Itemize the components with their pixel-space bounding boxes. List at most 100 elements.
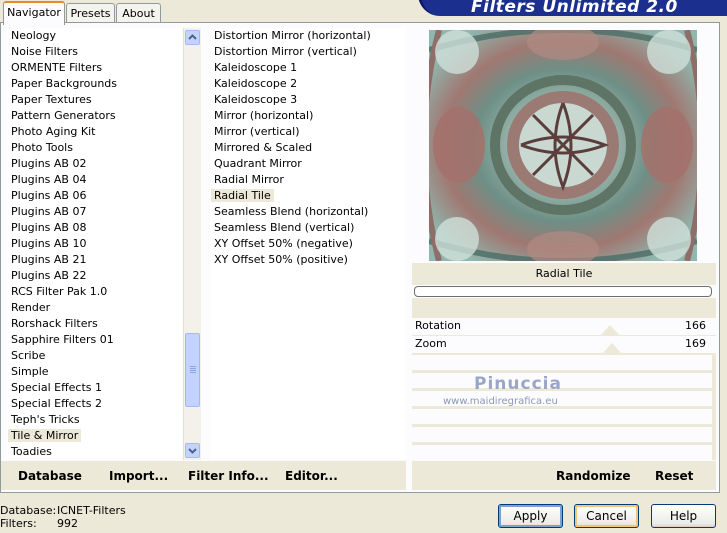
category-item[interactable]: Plugins AB 02 [7, 156, 182, 172]
filter-label: Radial Mirror [214, 173, 284, 186]
scroll-up-button[interactable] [185, 30, 200, 45]
param-slot [412, 427, 712, 442]
category-label: Plugins AB 22 [11, 269, 87, 282]
database-button[interactable]: Database [18, 469, 82, 483]
category-item[interactable]: Paper Textures [7, 92, 182, 108]
randomize-button[interactable]: Randomize [556, 469, 630, 483]
param-rotation[interactable]: Rotation 166 [412, 318, 716, 335]
category-item[interactable]: RCS Filter Pak 1.0 [7, 284, 182, 300]
filter-item[interactable]: Kaleidoscope 1 [210, 60, 406, 76]
category-item[interactable]: Pattern Generators [7, 108, 182, 124]
cancel-button[interactable]: Cancel [574, 504, 639, 528]
category-label: Simple [11, 365, 49, 378]
category-label: Teph's Tricks [11, 413, 80, 426]
category-label: Neology [11, 29, 57, 42]
category-label: Plugins AB 10 [11, 237, 87, 250]
category-scrollbar[interactable] [183, 28, 201, 460]
category-label: Photo Tools [11, 141, 73, 154]
status-filters-value: 992 [57, 517, 78, 530]
editor-button[interactable]: Editor... [285, 469, 338, 483]
filter-item[interactable]: Distortion Mirror (horizontal) [210, 28, 406, 44]
status-database-value: ICNET-Filters [57, 504, 126, 517]
tab-presets[interactable]: Presets [66, 3, 115, 23]
category-item[interactable]: ORMENTE Filters [7, 60, 182, 76]
status-database-label: Database: [0, 504, 57, 517]
category-label: Plugins AB 08 [11, 221, 87, 234]
category-label: Tile & Mirror [8, 429, 82, 442]
tab-navigator[interactable]: Navigator [3, 1, 65, 25]
help-button[interactable]: Help [651, 504, 716, 528]
category-item[interactable]: Plugins AB 07 [7, 204, 182, 220]
category-item[interactable]: Noise Filters [7, 44, 182, 60]
tab-about[interactable]: About [116, 3, 161, 23]
category-item[interactable]: Teph's Tricks [7, 412, 182, 428]
category-label: Scribe [11, 349, 46, 362]
param-label: Zoom [415, 337, 447, 350]
filter-item[interactable]: XY Offset 50% (negative) [210, 236, 406, 252]
filter-item[interactable]: Quadrant Mirror [210, 156, 406, 172]
filter-label: Quadrant Mirror [214, 157, 302, 170]
category-item[interactable]: Plugins AB 04 [7, 172, 182, 188]
filter-label: XY Offset 50% (negative) [214, 237, 353, 250]
category-item[interactable]: Plugins AB 06 [7, 188, 182, 204]
status-database: Database: [0, 504, 56, 517]
app-title: Filters Unlimited 2.0 [471, 0, 678, 17]
category-label: Paper Backgrounds [11, 77, 118, 90]
category-item[interactable]: Plugins AB 08 [7, 220, 182, 236]
category-label: Noise Filters [11, 45, 78, 58]
filter-item[interactable]: Seamless Blend (vertical) [210, 220, 406, 236]
category-item[interactable]: Plugins AB 10 [7, 236, 182, 252]
category-item[interactable]: Render [7, 300, 182, 316]
category-item[interactable]: Toadies [7, 444, 182, 460]
filter-item[interactable]: Seamless Blend (horizontal) [210, 204, 406, 220]
filter-label: Kaleidoscope 3 [214, 93, 298, 106]
category-item[interactable]: Tile & Mirror [7, 428, 182, 444]
param-slot [412, 373, 712, 388]
filter-item[interactable]: Mirrored & Scaled [210, 140, 406, 156]
category-item[interactable]: Photo Tools [7, 140, 182, 156]
filter-item[interactable]: Kaleidoscope 3 [210, 92, 406, 108]
category-item[interactable]: Sapphire Filters 01 [7, 332, 182, 348]
rotation-slider-thumb[interactable] [601, 325, 620, 335]
category-label: Plugins AB 06 [11, 189, 87, 202]
filter-item[interactable]: Radial Tile [210, 188, 406, 204]
param-slot [412, 409, 712, 424]
category-list[interactable]: Neology Noise Filters ORMENTE Filters Paper… [7, 28, 182, 460]
category-item[interactable]: Neology [7, 28, 182, 44]
param-zoom[interactable]: Zoom 169 [412, 336, 716, 353]
category-item[interactable]: Rorshack Filters [7, 316, 182, 332]
param-value: 169 [685, 337, 706, 350]
filter-label: Mirror (horizontal) [214, 109, 314, 122]
scroll-down-button[interactable] [185, 443, 200, 458]
category-item[interactable]: Special Effects 1 [7, 380, 182, 396]
filter-item[interactable]: Mirror (horizontal) [210, 108, 406, 124]
category-label: Toadies [11, 445, 52, 458]
category-item[interactable]: Special Effects 2 [7, 396, 182, 412]
filter-label: Distortion Mirror (vertical) [214, 45, 357, 58]
filter-item[interactable]: Radial Mirror [210, 172, 406, 188]
filter-label: Kaleidoscope 1 [214, 61, 298, 74]
status-filters: Filters: [0, 517, 37, 530]
apply-button[interactable]: Apply [498, 504, 563, 528]
category-item[interactable]: Simple [7, 364, 182, 380]
filter-item[interactable]: XY Offset 50% (positive) [210, 252, 406, 268]
import-button[interactable]: Import... [109, 469, 168, 483]
filter-item[interactable]: Kaleidoscope 2 [210, 76, 406, 92]
filter-item[interactable]: Mirror (vertical) [210, 124, 406, 140]
category-item[interactable]: Paper Backgrounds [7, 76, 182, 92]
scroll-thumb[interactable] [185, 333, 200, 407]
title-banner: Filters Unlimited 2.0 [418, 0, 727, 17]
category-item[interactable]: Plugins AB 22 [7, 268, 182, 284]
filter-info-button[interactable]: Filter Info... [188, 469, 269, 483]
filter-list[interactable]: Distortion Mirror (horizontal) Distortion… [210, 28, 406, 460]
filter-label: Mirrored & Scaled [214, 141, 313, 154]
status-filters-label: Filters: [0, 517, 37, 530]
category-label: Special Effects 1 [11, 381, 103, 394]
category-label: Special Effects 2 [11, 397, 103, 410]
zoom-slider-thumb[interactable] [603, 343, 622, 353]
category-item[interactable]: Scribe [7, 348, 182, 364]
category-item[interactable]: Plugins AB 21 [7, 252, 182, 268]
reset-button[interactable]: Reset [655, 469, 693, 483]
filter-item[interactable]: Distortion Mirror (vertical) [210, 44, 406, 60]
category-item[interactable]: Photo Aging Kit [7, 124, 182, 140]
